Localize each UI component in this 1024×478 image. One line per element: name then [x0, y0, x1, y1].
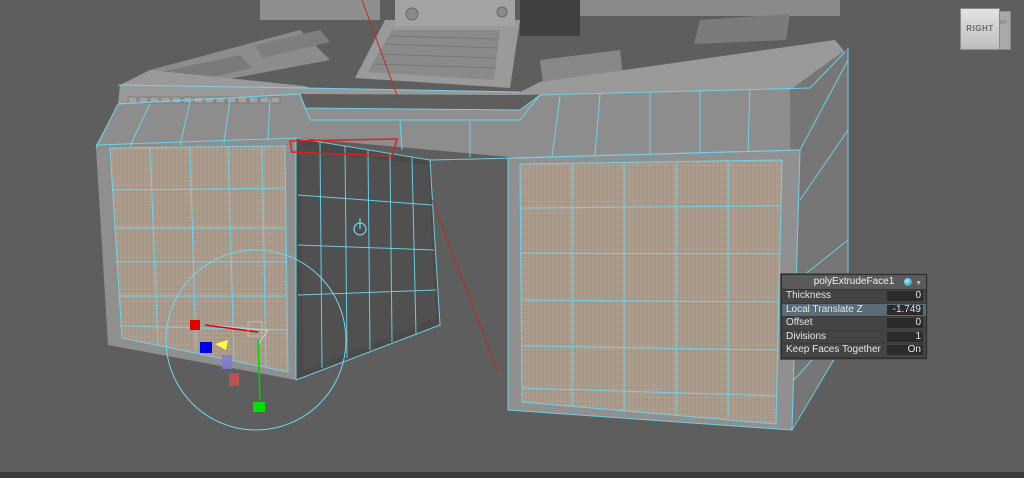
right-pedestal-side[interactable]	[790, 48, 848, 428]
viewcube-side-label: BK	[1000, 20, 1007, 26]
panel-title: polyExtrudeFace1	[813, 276, 895, 287]
row-value-field[interactable]: 0	[887, 318, 923, 329]
panel-row-thickness[interactable]: Thickness 0	[782, 290, 926, 304]
row-label: Divisions	[786, 330, 827, 342]
attribute-dot-icon[interactable]	[904, 278, 912, 286]
in-view-attribute-panel[interactable]: polyExtrudeFace1 ▼ Thickness 0 Local Tra…	[781, 274, 927, 359]
row-value-field[interactable]: On	[887, 345, 923, 356]
panel-row-offset[interactable]: Offset 0	[782, 317, 926, 331]
row-value-field[interactable]: -1.749	[887, 304, 923, 315]
row-label: Thickness	[786, 290, 832, 301]
panel-row-keep-faces-together[interactable]: Keep Faces Together On	[782, 344, 926, 358]
3d-viewport[interactable]: RIGHT BK polyExtrudeFace1 ▼ Thickness 0 …	[0, 0, 1024, 478]
row-label: Local Translate Z	[786, 303, 863, 315]
panel-row-local-translate-z[interactable]: Local Translate Z -1.749	[782, 303, 926, 318]
viewport-bottom-bar	[0, 472, 1024, 478]
row-value-field[interactable]: 0	[887, 291, 923, 301]
row-label: Keep Faces Together	[786, 344, 881, 356]
collapse-triangle-icon[interactable]: ▼	[915, 277, 922, 291]
row-value-field[interactable]: 1	[887, 331, 923, 342]
panel-row-divisions[interactable]: Divisions 1	[782, 331, 926, 345]
left-pedestal-panel[interactable]	[110, 146, 288, 372]
viewcube-icon[interactable]: RIGHT BK	[960, 8, 1011, 54]
scene-wireframe[interactable]	[0, 0, 1024, 478]
panel-header[interactable]: polyExtrudeFace1 ▼	[782, 275, 926, 290]
viewcube-face-right[interactable]: RIGHT	[960, 8, 1000, 50]
viewcube-side[interactable]	[999, 11, 1011, 50]
row-label: Offset	[786, 317, 813, 329]
right-pedestal-panel[interactable]	[520, 160, 782, 424]
knee-space	[430, 160, 510, 400]
